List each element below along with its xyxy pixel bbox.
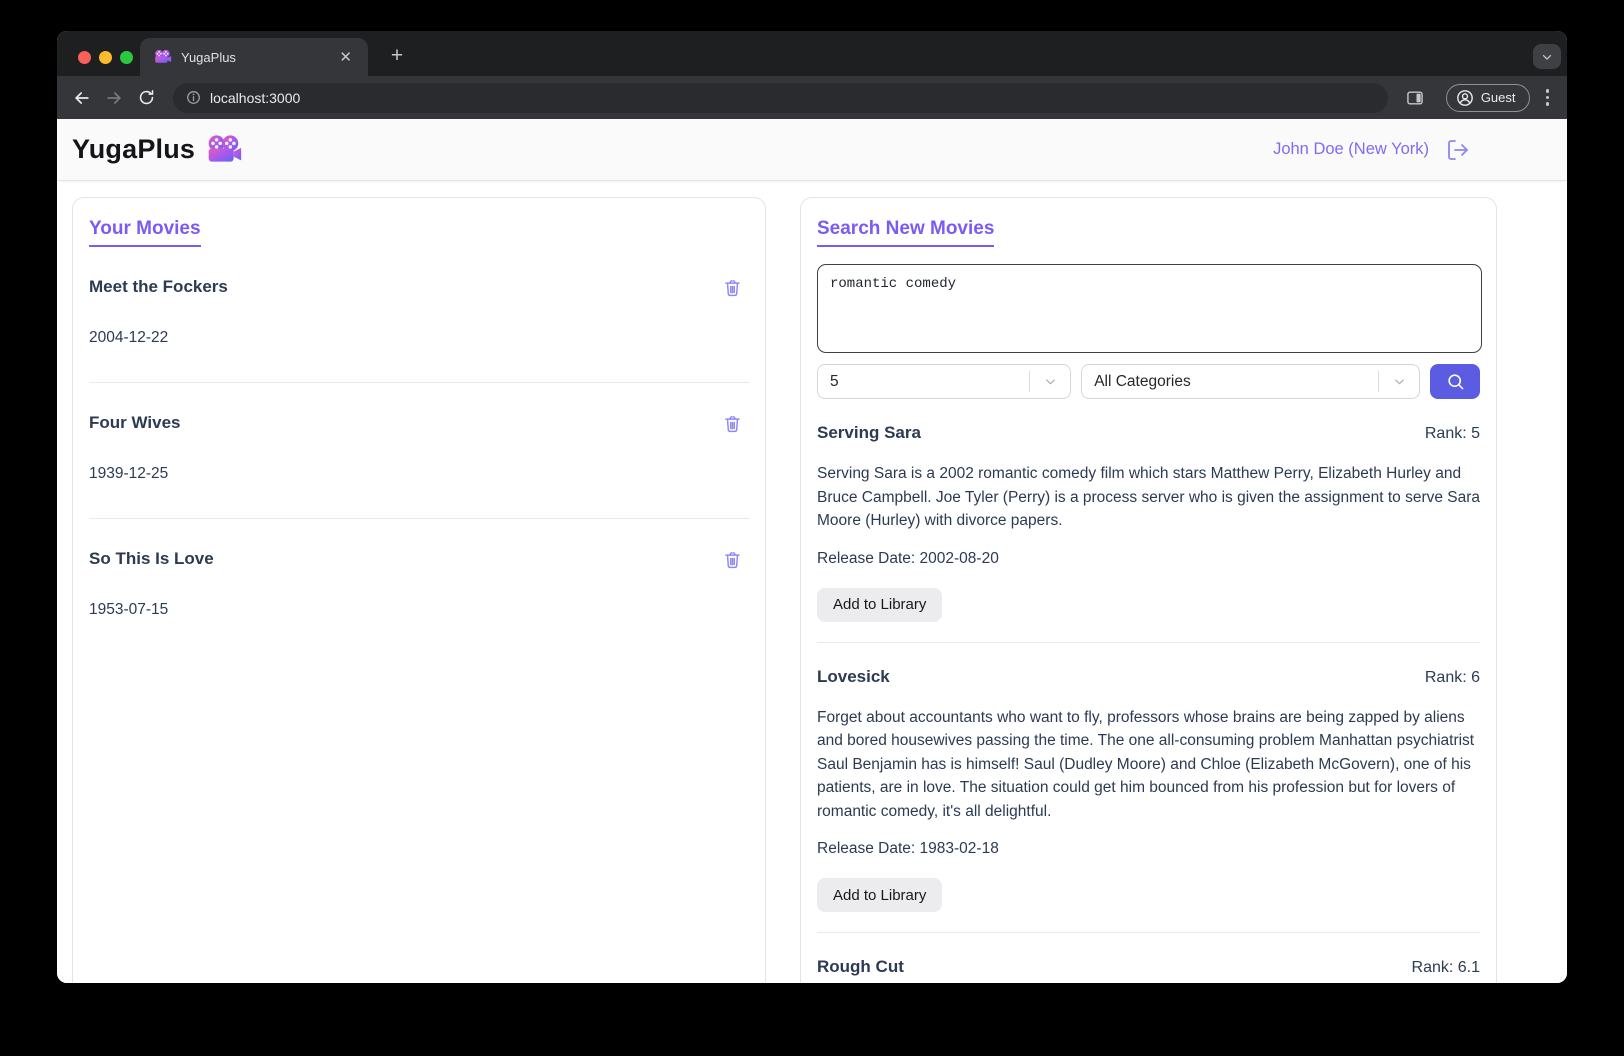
result-rank: Rank: 6 xyxy=(1424,668,1480,686)
yugaplus-favicon-movie-camera-icon xyxy=(155,49,172,63)
browser-tab[interactable]: YugaPlus ✕ xyxy=(140,38,368,76)
address-bar[interactable]: localhost:3000 xyxy=(173,82,1388,113)
trash-icon xyxy=(725,416,740,433)
your-movies-panel: Your Movies Meet the Fockers 2004-12-22 … xyxy=(72,197,766,983)
back-icon[interactable] xyxy=(69,85,95,111)
movie-release-date: 1953-07-15 xyxy=(89,601,169,618)
main-content: Your Movies Meet the Fockers 2004-12-22 … xyxy=(57,181,1567,983)
window-controls xyxy=(78,51,133,64)
result-description: Serving Sara is a 2002 romantic comedy f… xyxy=(817,465,1481,529)
trash-icon xyxy=(725,280,740,297)
browser-toolbar: localhost:3000 Guest xyxy=(57,76,1567,119)
search-result: Rough Cut Rank: 6.1 xyxy=(817,933,1480,983)
category-select[interactable]: All Categories xyxy=(1081,364,1421,399)
search-result: Serving Sara Rank: 5 Serving Sara is a 2… xyxy=(817,399,1480,643)
list-item: Meet the Fockers 2004-12-22 xyxy=(89,247,749,383)
logout-button[interactable] xyxy=(1446,138,1470,162)
toolbar-right: Guest xyxy=(1402,83,1556,112)
result-title: Serving Sara xyxy=(817,423,921,442)
result-limit-select[interactable]: 5 xyxy=(817,364,1072,399)
result-limit-value: 5 xyxy=(830,372,839,390)
tab-title: YugaPlus xyxy=(181,49,236,65)
movie-release-date: 1939-12-25 xyxy=(89,465,169,482)
search-movies-panel: Search New Movies romantic comedy 5 All … xyxy=(800,197,1497,983)
search-button[interactable] xyxy=(1430,364,1480,399)
movie-camera-icon xyxy=(208,134,242,162)
tab-close-icon[interactable]: ✕ xyxy=(335,48,356,67)
category-value: All Categories xyxy=(1094,372,1191,390)
tab-search-chevron-icon[interactable] xyxy=(1533,44,1561,69)
search-query-input[interactable]: romantic comedy xyxy=(817,264,1482,353)
add-to-library-button[interactable]: Add to Library xyxy=(817,587,943,622)
movie-title: Meet the Fockers xyxy=(89,277,228,296)
search-movies-heading: Search New Movies xyxy=(817,218,1480,247)
logout-icon xyxy=(1448,139,1468,160)
tab-strip: YugaPlus ✕ + xyxy=(57,31,1567,76)
chevron-down-icon xyxy=(1046,379,1056,385)
result-release-date: Release Date: 2002-08-20 xyxy=(817,549,999,567)
list-item: Four Wives 1939-12-25 xyxy=(89,383,749,519)
new-tab-icon[interactable]: + xyxy=(384,43,410,69)
delete-movie-button[interactable] xyxy=(722,413,743,434)
add-to-library-button[interactable]: Add to Library xyxy=(817,878,943,912)
traffic-light-zoom[interactable] xyxy=(120,51,133,64)
chevron-down-icon xyxy=(1395,379,1405,385)
trash-icon xyxy=(725,552,740,569)
result-title: Lovesick xyxy=(817,666,890,686)
user-name: John Doe (New York) xyxy=(1273,140,1429,158)
movie-title: So This Is Love xyxy=(89,549,214,568)
delete-movie-button[interactable] xyxy=(722,549,743,570)
forward-icon[interactable] xyxy=(101,85,127,111)
url-text: localhost:3000 xyxy=(210,89,301,106)
app-header: YugaPlus John Doe (New York) xyxy=(57,119,1567,181)
result-rank: Rank: 5 xyxy=(1424,425,1480,442)
your-movies-heading: Your Movies xyxy=(89,218,749,247)
result-rank: Rank: 6.1 xyxy=(1411,959,1480,976)
site-info-icon[interactable] xyxy=(185,89,202,106)
search-result: Lovesick Rank: 6 Forget about accountant… xyxy=(817,643,1480,933)
page: YugaPlus John Doe (New York) Your Movies… xyxy=(57,119,1567,983)
reload-icon[interactable] xyxy=(133,85,159,111)
result-description: Forget about accountants who want to fly… xyxy=(817,708,1475,820)
result-title: Rough Cut xyxy=(817,957,904,976)
traffic-light-minimize[interactable] xyxy=(99,51,112,64)
traffic-light-close[interactable] xyxy=(78,51,91,64)
user-zone: John Doe (New York) xyxy=(1273,138,1470,162)
search-icon xyxy=(1447,374,1463,390)
brand: YugaPlus xyxy=(72,134,243,165)
guest-label: Guest xyxy=(1480,90,1516,105)
list-item: So This Is Love 1953-07-15 xyxy=(89,519,749,654)
movie-title: Four Wives xyxy=(89,413,181,432)
result-release-date: Release Date: 1983-02-18 xyxy=(817,840,999,857)
browser-menu-icon[interactable] xyxy=(1540,85,1556,110)
side-panel-icon[interactable] xyxy=(1402,85,1428,111)
guest-profile-button[interactable]: Guest xyxy=(1445,83,1530,112)
delete-movie-button[interactable] xyxy=(722,277,743,298)
app-title: YugaPlus xyxy=(72,134,196,164)
search-controls: 5 All Categories xyxy=(817,364,1480,399)
browser-window: YugaPlus ✕ + localhost:3000 Guest YugaPl… xyxy=(57,31,1567,983)
movie-release-date: 2004-12-22 xyxy=(89,329,169,346)
guest-avatar-icon xyxy=(1456,89,1473,106)
